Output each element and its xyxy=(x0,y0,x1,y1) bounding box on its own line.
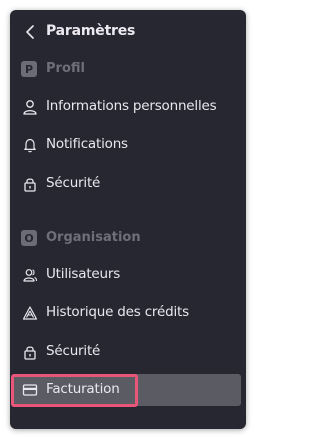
sidebar-item-label: Sécurité xyxy=(46,343,101,359)
sidebar-item-notifications[interactable]: Notifications xyxy=(10,130,246,160)
sidebar-header[interactable]: Paramètres xyxy=(10,20,246,44)
sidebar-item-securite-profil[interactable]: Sécurité xyxy=(10,169,246,199)
sidebar-item-label: Informations personnelles xyxy=(46,98,217,114)
sidebar-item-informations-personnelles[interactable]: Informations personnelles xyxy=(10,92,246,122)
sidebar-item-securite-organisation[interactable]: Sécurité xyxy=(10,337,246,367)
sidebar-item-label: Sécurité xyxy=(46,175,101,191)
bell-icon xyxy=(24,138,36,153)
triangle-icon xyxy=(22,306,38,320)
section-profil-badge: P xyxy=(21,61,37,77)
section-organisation-label: Organisation xyxy=(46,230,141,245)
users-icon xyxy=(23,269,38,282)
section-profil-label: Profil xyxy=(46,61,85,76)
credit-card-icon xyxy=(22,384,38,396)
sidebar-item-facturation[interactable]: Facturation xyxy=(14,374,241,406)
lock-icon xyxy=(24,346,36,360)
sidebar-item-historique-des-credits[interactable]: Historique des crédits xyxy=(10,298,246,328)
sidebar-item-label: Historique des crédits xyxy=(46,304,189,320)
sidebar-item-label: Notifications xyxy=(46,136,128,152)
section-organisation-badge: O xyxy=(21,230,37,246)
page-title: Paramètres xyxy=(46,23,136,39)
sidebar-item-label: Utilisateurs xyxy=(46,266,121,282)
section-organisation: O Organisation xyxy=(10,227,246,249)
sidebar-item-label: Facturation xyxy=(46,381,120,397)
user-icon xyxy=(23,100,37,115)
lock-icon xyxy=(24,178,36,192)
sidebar-item-utilisateurs[interactable]: Utilisateurs xyxy=(10,260,246,290)
chevron-left-icon[interactable] xyxy=(25,25,35,39)
section-profil: P Profil xyxy=(10,58,246,80)
settings-sidebar: Paramètres P Profil Informations personn… xyxy=(10,10,246,429)
settings-window: Paramètres P Profil Informations personn… xyxy=(0,0,254,437)
